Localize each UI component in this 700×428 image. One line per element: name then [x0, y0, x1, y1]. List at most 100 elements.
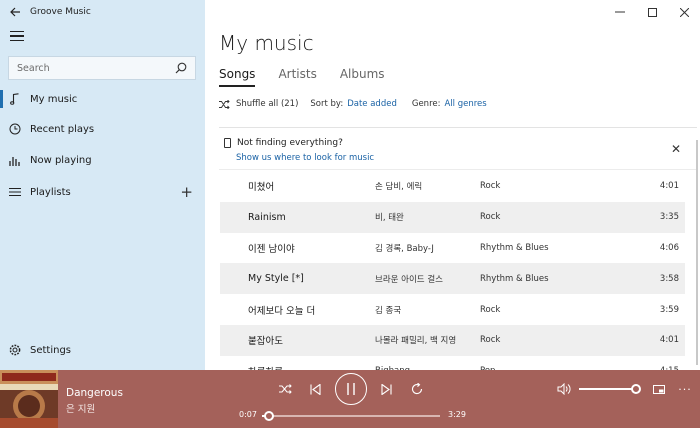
sort-dropdown[interactable]: Date added: [347, 99, 397, 109]
close-window-button[interactable]: [668, 0, 700, 24]
close-icon: [679, 7, 689, 17]
back-button[interactable]: [0, 0, 30, 24]
maximize-button[interactable]: [636, 0, 668, 24]
now-playing-title: Dangerous: [66, 387, 123, 399]
close-notice-icon[interactable]: ✕: [671, 142, 681, 156]
volume-button[interactable]: [556, 381, 572, 397]
song-title: 어제보다 오늘 더: [248, 305, 316, 317]
sidebar-item-settings[interactable]: Settings: [0, 336, 205, 364]
song-duration: 4:01: [659, 335, 679, 346]
seek-bar-thumb[interactable]: [264, 411, 275, 421]
song-row[interactable]: 붙잡아도 나몰라 패밀리, 백 지영 Rock 4:01: [220, 324, 685, 356]
song-artist: 김 경록, Baby-J: [375, 243, 434, 254]
sidebar-item-label: My music: [30, 93, 78, 105]
now-playing-artist: 은 지원: [66, 404, 96, 415]
album-art[interactable]: [0, 370, 58, 428]
song-title: 미쳤어: [248, 182, 275, 194]
sidebar-item-recent-plays[interactable]: Recent plays: [0, 115, 205, 143]
repeat-icon: [411, 383, 423, 395]
genre-dropdown[interactable]: All genres: [444, 99, 486, 109]
song-artist: 나몰라 패밀리, 백 지영: [375, 336, 457, 347]
song-genre: Rhythm & Blues: [480, 273, 549, 284]
music-note-icon: [0, 93, 30, 105]
player-bar: Dangerous 은 지원 0:07 3:29 ···: [0, 370, 700, 428]
song-list: 미쳤어 손 담비, 에릭 Rock 4:01 Rainism 비, 태완 Rock 3:35 이…: [220, 171, 685, 387]
search-icon[interactable]: [175, 62, 187, 74]
page-title: My music: [219, 31, 314, 55]
maximize-icon: [647, 7, 657, 17]
song-genre: Rock: [480, 304, 501, 315]
song-duration: 3:59: [659, 304, 679, 315]
song-artist: 손 담비, 에릭: [375, 182, 423, 193]
volume-slider-thumb[interactable]: [631, 384, 641, 394]
minimize-icon: [615, 11, 625, 13]
song-genre: Rhythm & Blues: [480, 242, 549, 253]
title-bar: Groove Music: [0, 0, 205, 24]
pause-icon: [347, 383, 355, 395]
tab-songs[interactable]: Songs: [219, 67, 256, 87]
sidebar-item-label: Playlists: [30, 186, 71, 198]
song-row[interactable]: My Style [*] 브라운 아이드 걸스 Rhythm & Blues 3:58: [220, 263, 685, 295]
previous-button[interactable]: [307, 382, 323, 396]
song-genre: Rock: [480, 335, 501, 346]
music-folders-link[interactable]: Show us where to look for music: [236, 153, 374, 163]
tab-albums[interactable]: Albums: [340, 67, 385, 87]
equalizer-icon: [0, 155, 30, 166]
tab-artists[interactable]: Artists: [278, 67, 316, 87]
seek-bar[interactable]: [262, 411, 440, 421]
song-duration: 4:06: [659, 242, 679, 253]
document-icon: [224, 138, 231, 148]
song-row[interactable]: Rainism 비, 태완 Rock 3:35: [220, 201, 685, 233]
song-genre: Rock: [480, 181, 501, 192]
previous-icon: [309, 383, 321, 395]
volume-icon: [557, 383, 571, 395]
song-duration: 3:58: [659, 273, 679, 284]
sidebar-item-playlists[interactable]: Playlists +: [0, 178, 205, 206]
next-icon: [380, 383, 392, 395]
song-artist: 비, 태완: [375, 213, 404, 224]
more-options-icon[interactable]: ···: [677, 382, 693, 396]
elapsed-time: 0:07: [239, 410, 257, 419]
sidebar: Groove Music My music Recent plays Now p…: [0, 0, 205, 370]
repeat-button[interactable]: [409, 381, 425, 397]
mini-view-icon: [653, 384, 665, 394]
shuffle-icon: [278, 384, 292, 394]
total-time: 3:29: [448, 410, 466, 419]
mini-view-button[interactable]: [651, 382, 667, 396]
song-row[interactable]: 어제보다 오늘 더 김 종국 Rock 3:59: [220, 294, 685, 325]
song-row[interactable]: 미쳤어 손 담비, 에릭 Rock 4:01: [220, 171, 685, 202]
tab-bar: Songs Artists Albums: [219, 67, 408, 87]
sidebar-item-my-music[interactable]: My music: [0, 85, 205, 113]
sidebar-item-label: Settings: [30, 344, 72, 356]
song-artist: 김 종국: [375, 305, 402, 316]
song-title: 붙잡아도: [248, 336, 283, 348]
search-input[interactable]: [17, 62, 167, 74]
back-arrow-icon: [9, 7, 20, 17]
shuffle-icon[interactable]: [219, 99, 230, 109]
song-title: My Style [*]: [248, 273, 304, 285]
shuffle-button[interactable]: [277, 382, 293, 396]
gear-icon: [0, 344, 30, 356]
next-button[interactable]: [378, 382, 394, 396]
playlist-icon: [0, 187, 30, 197]
sidebar-item-now-playing[interactable]: Now playing: [0, 146, 205, 174]
scrollbar[interactable]: [696, 140, 698, 365]
sort-label: Sort by:: [310, 99, 344, 109]
volume-slider[interactable]: [579, 384, 641, 394]
shuffle-all-button[interactable]: Shuffle all (21): [236, 99, 298, 109]
notice-text: Not finding everything?: [237, 138, 343, 148]
hamburger-menu-icon[interactable]: [10, 31, 24, 43]
add-playlist-icon[interactable]: +: [180, 185, 193, 200]
sidebar-item-label: Now playing: [30, 154, 92, 166]
pause-button[interactable]: [335, 373, 367, 405]
genre-label: Genre:: [411, 99, 441, 109]
song-duration: 4:01: [659, 181, 679, 192]
filter-bar: Shuffle all (21) Sort by: Date added Gen…: [219, 99, 487, 109]
minimize-button[interactable]: [604, 0, 636, 24]
clock-icon: [0, 123, 30, 135]
search-box[interactable]: [8, 56, 196, 80]
song-row[interactable]: 이젠 남이야 김 경록, Baby-J Rhythm & Blues 4:06: [220, 233, 685, 264]
window-controls: [604, 0, 700, 24]
song-title: Rainism: [248, 211, 286, 223]
song-artist: 브라운 아이드 걸스: [375, 274, 443, 285]
